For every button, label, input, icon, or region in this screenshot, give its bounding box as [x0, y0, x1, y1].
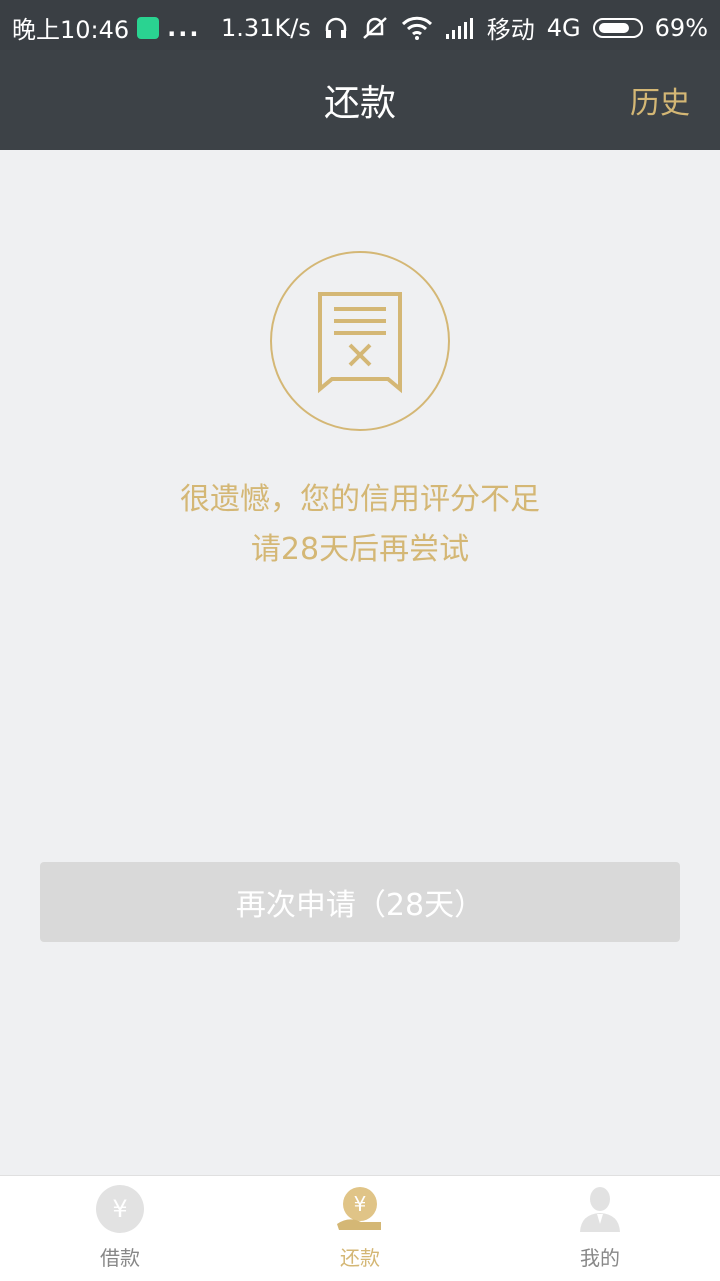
status-dots: ... — [167, 13, 201, 42]
nav-bar: 还款 历史 — [0, 50, 720, 150]
network-type: 4G — [546, 13, 581, 42]
network-speed: 1.31K/s — [221, 13, 311, 42]
tab-repay-label: 还款 — [340, 1246, 380, 1270]
history-button[interactable]: 历史 — [630, 78, 690, 122]
carrier-name: 移动 — [486, 16, 535, 44]
yen-circle-icon: ¥ — [95, 1184, 145, 1234]
retry-message: 请28天后再尝试 — [250, 532, 470, 567]
tab-bar: ¥ 借款 ¥ 还款 我的 — [0, 1175, 720, 1281]
headphones-icon — [325, 17, 347, 38]
status-bar: 晚上10:46 ... 1.31K/s 移动 4G 69% — [0, 0, 720, 50]
status-right: 1.31K/s 移动 4G 69% — [221, 10, 708, 45]
tab-borrow-label: 借款 — [100, 1246, 140, 1270]
security-shield-icon — [137, 16, 160, 39]
status-left: 晚上10:46 ... — [12, 10, 201, 45]
tab-mine[interactable]: 我的 — [480, 1176, 720, 1281]
svg-text:¥: ¥ — [112, 1195, 127, 1223]
tab-mine-label: 我的 — [580, 1246, 620, 1270]
tab-borrow[interactable]: ¥ 借款 — [0, 1176, 240, 1281]
reapply-button[interactable]: 再次申请（28天） — [40, 862, 680, 942]
signal-icon — [445, 17, 473, 39]
svg-text:¥: ¥ — [354, 1192, 367, 1216]
mute-icon — [362, 16, 387, 39]
hand-yen-icon: ¥ — [335, 1184, 385, 1234]
rejected-document-icon — [270, 251, 450, 431]
page-title: 还款 — [323, 83, 396, 124]
tab-repay[interactable]: ¥ 还款 — [240, 1176, 480, 1281]
battery-percent: 69% — [654, 13, 708, 42]
user-icon — [575, 1184, 625, 1234]
wifi-icon — [401, 16, 432, 40]
status-time: 晚上10:46 — [12, 16, 130, 44]
rejection-message: 很遗憾，您的信用评分不足 — [180, 482, 540, 517]
battery-icon — [592, 17, 643, 38]
